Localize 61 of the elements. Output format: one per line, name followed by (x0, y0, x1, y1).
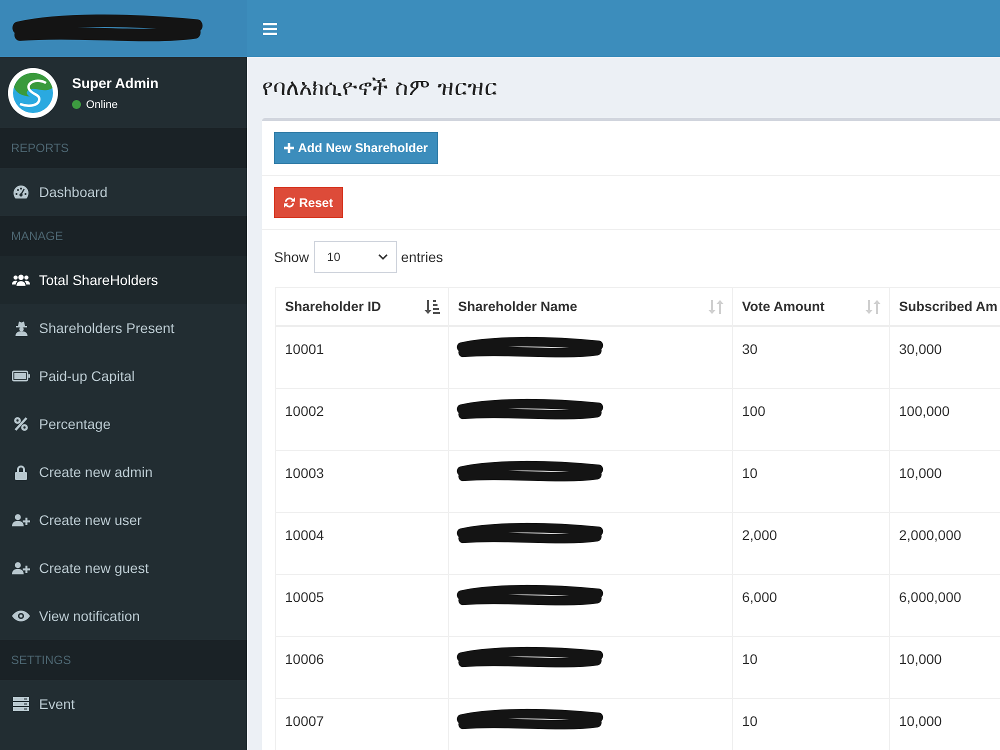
table-cell: 10004 (275, 513, 448, 575)
avatar-logo-icon (8, 68, 58, 118)
server-icon (13, 697, 29, 711)
table-cell: 2,000,000 (889, 513, 1000, 575)
eye-icon (12, 610, 30, 622)
user-name: Super Admin (72, 74, 159, 90)
sidebar-section-header: REPORTS (0, 128, 247, 168)
sidebar-section-header: SETTINGS (0, 640, 247, 680)
table-cell: 10003 (275, 451, 448, 513)
sidebar-item[interactable]: Create new user (0, 496, 247, 544)
sidebar-item[interactable]: Event (0, 680, 247, 728)
users-icon (12, 273, 30, 287)
add-shareholder-button[interactable]: Add New Shareholder (274, 132, 438, 164)
menu-button[interactable] (263, 22, 277, 34)
battery-icon (12, 370, 30, 382)
table-cell: 10002 (275, 389, 448, 451)
sidebar-item[interactable]: Create new guest (0, 544, 247, 592)
sort-ascending-icon[interactable] (424, 298, 440, 314)
user-plus-icon (12, 561, 30, 575)
sidebar-item[interactable]: Create new admin (0, 448, 247, 496)
table-cell: 10007 (275, 699, 448, 750)
show-label: Show (274, 249, 310, 265)
table-cell: 10 (732, 451, 889, 513)
table-cell: 6,000 (732, 575, 889, 637)
table-cell: 30 (732, 327, 889, 389)
sidebar-item[interactable]: Shareholders Present (0, 304, 247, 352)
sidebar-item[interactable]: Paid-up Capital (0, 352, 247, 400)
reset-button[interactable]: Reset (274, 187, 344, 218)
table-cell: 10,000 (889, 637, 1000, 699)
lock-icon (15, 464, 27, 480)
table-cell: 30,000 (889, 327, 1000, 389)
sidebar-item[interactable]: Dashboard (0, 168, 247, 216)
chevron-down-icon (378, 254, 388, 260)
table-cell: 2,000 (732, 513, 889, 575)
table-cell: 10001 (275, 327, 448, 389)
table-cell: 10005 (275, 575, 448, 637)
refresh-icon (284, 197, 295, 208)
table-cell: 6,000,000 (889, 575, 1000, 637)
table-cell: 10,000 (889, 699, 1000, 750)
table-cell: 10 (732, 699, 889, 750)
table-cell: 100 (732, 389, 889, 451)
column-header[interactable]: Vote Amount (742, 299, 824, 314)
sidebar-item[interactable]: Total ShareHolders (0, 256, 247, 304)
sidebar-section-header: MANAGE (0, 216, 247, 256)
user-status: Online (86, 98, 118, 110)
page-title: የባለአክሲዮኖች ስም ዝርዝር (262, 75, 498, 101)
sidebar-item[interactable]: Percentage (0, 400, 247, 448)
column-header[interactable]: Shareholder Name (458, 299, 578, 314)
table-cell: 10006 (275, 637, 448, 699)
entries-label: entries (401, 249, 444, 265)
menu-icon (263, 22, 277, 34)
entries-select[interactable]: 10 (314, 241, 398, 273)
plus-icon (284, 143, 294, 153)
gauge-icon (13, 185, 29, 199)
table-cell: 10,000 (889, 451, 1000, 513)
table-cell: 100,000 (889, 389, 1000, 451)
user-plus-icon (12, 513, 30, 527)
sidebar-item[interactable]: View notification (0, 592, 247, 640)
percent-icon (14, 417, 28, 431)
table-cell: 10 (732, 637, 889, 699)
hat-person-icon (14, 320, 28, 336)
